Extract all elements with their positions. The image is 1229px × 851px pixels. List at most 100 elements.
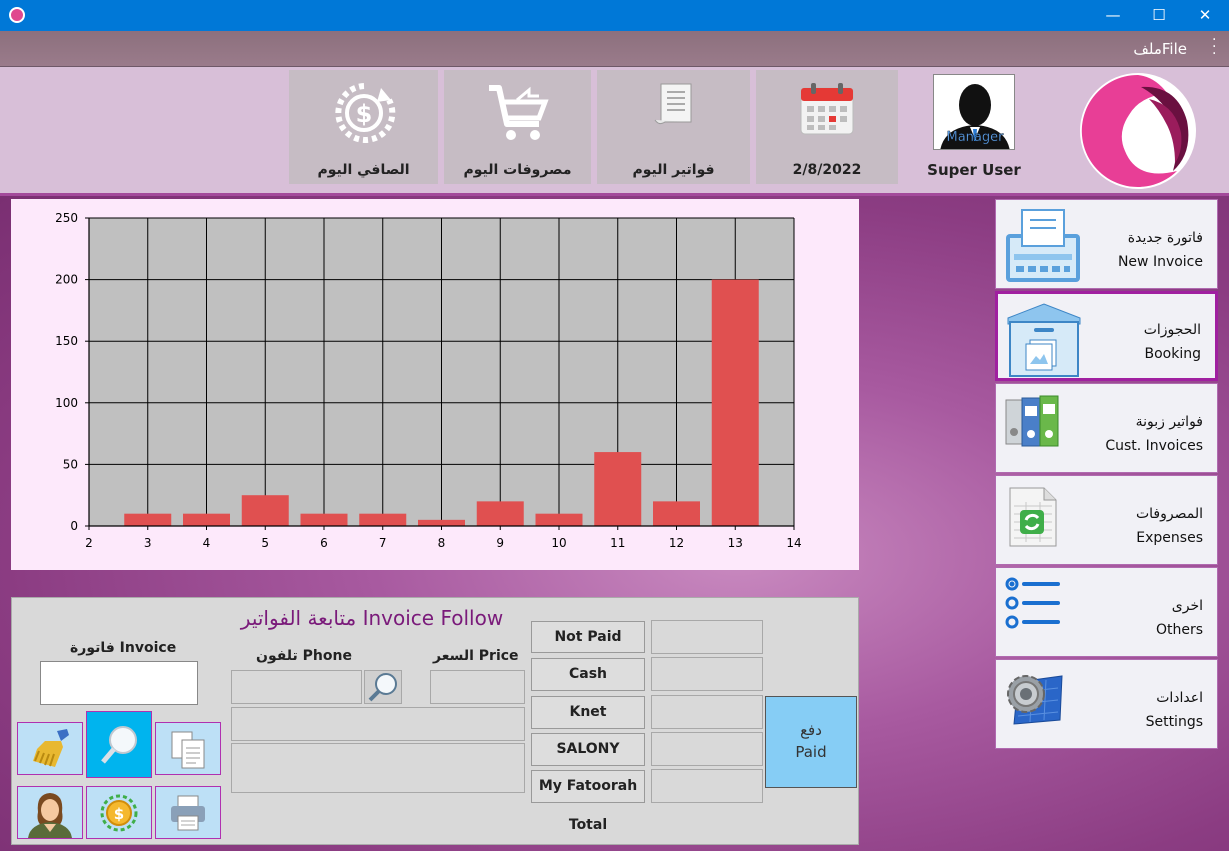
settings-gear-icon <box>1007 675 1063 725</box>
total-label: Total <box>568 817 608 833</box>
nav-new-invoice[interactable]: فاتورة جديدة New Invoice <box>995 199 1218 289</box>
not-paid-button[interactable]: Not Paid <box>531 621 645 653</box>
user-badge: Manager <box>947 130 1005 145</box>
my-fatoorah-amount[interactable] <box>651 769 763 803</box>
customer-button[interactable] <box>17 786 83 839</box>
invoice-follow-panel: متابعة الفواتير Invoice Follow فاتورة In… <box>11 597 859 845</box>
salon-logo-icon <box>1080 73 1196 189</box>
x-tick-label: 12 <box>669 536 684 550</box>
printer-icon <box>171 795 205 830</box>
price-input[interactable] <box>430 670 525 704</box>
bar-3 <box>124 513 172 526</box>
svg-text:$: $ <box>114 805 124 823</box>
close-button[interactable]: ✕ <box>1183 0 1227 31</box>
user-avatar[interactable]: Manager <box>933 74 1015 150</box>
tile-date[interactable]: 2/8/2022 <box>756 70 898 184</box>
y-tick-label: 100 <box>55 396 78 410</box>
bar-5 <box>241 495 289 526</box>
y-tick-label: 150 <box>55 334 78 348</box>
app-icon <box>9 7 25 23</box>
cash-button[interactable]: Cash <box>531 658 645 691</box>
knet-amount[interactable] <box>651 695 763 729</box>
invoice-input[interactable] <box>40 661 198 705</box>
cart-icon <box>488 85 549 140</box>
tile-expenses-today[interactable]: مصروفات اليوم <box>444 70 591 184</box>
phone-search-button[interactable] <box>364 670 402 704</box>
phone-input[interactable] <box>231 670 362 704</box>
nav-cust-invoices[interactable]: فواتير زبونة Cust. Invoices <box>995 383 1218 473</box>
x-tick-label: 6 <box>320 536 328 550</box>
bar-9 <box>476 501 524 526</box>
spreadsheet-icon <box>1009 487 1057 547</box>
x-tick-label: 2 <box>85 536 93 550</box>
nav-expenses-en: Expenses <box>1136 530 1203 546</box>
broom-icon <box>33 728 69 767</box>
customer-name-field[interactable] <box>231 707 525 741</box>
tile-net-today[interactable]: $ الصافي اليوم <box>289 70 438 184</box>
my-fatoorah-button[interactable]: My Fatoorah <box>531 770 645 803</box>
y-tick-label: 50 <box>63 457 78 471</box>
nav-booking[interactable]: الحجوزات Booking <box>995 291 1218 381</box>
woman-icon <box>28 792 72 838</box>
invoice-printer-icon <box>1006 209 1080 282</box>
paid-button[interactable]: دفع Paid <box>765 696 857 788</box>
nav-expenses-ar: المصروفات <box>1135 506 1203 522</box>
paid-button-en: Paid <box>795 743 827 761</box>
tile-date-label: 2/8/2022 <box>792 162 862 178</box>
menu-file[interactable]: ملفFile <box>1133 40 1187 58</box>
bar-13 <box>711 279 759 526</box>
x-tick-label: 4 <box>203 536 211 550</box>
search-invoice-button[interactable] <box>86 711 152 778</box>
list-radio-icon <box>1005 577 1060 629</box>
maximize-button[interactable]: ☐ <box>1137 0 1181 31</box>
nav-booking-en: Booking <box>1144 346 1202 362</box>
user-name: Super User <box>927 161 1021 179</box>
salony-button[interactable]: SALONY <box>531 733 645 766</box>
cash-amount[interactable] <box>651 657 763 691</box>
y-tick-label: 200 <box>55 273 78 287</box>
bar-11 <box>594 452 642 526</box>
x-tick-label: 9 <box>496 536 504 550</box>
workspace: 2 3 4 5 6 7 8 9 10 11 12 13 14 0 50 100 150 200 250 متابعة… <box>0 196 1229 851</box>
nav-others-en: Others <box>1155 622 1203 638</box>
nav-expenses[interactable]: المصروفات Expenses <box>995 475 1218 565</box>
print-button[interactable] <box>155 786 221 839</box>
documents-icon <box>171 731 205 768</box>
nav-cust-invoices-ar: فواتير زبونة <box>1135 414 1203 430</box>
refund-button[interactable]: $ <box>86 786 152 839</box>
salony-amount[interactable] <box>651 732 763 766</box>
notes-field[interactable] <box>231 743 525 793</box>
bar-7 <box>359 513 407 526</box>
not-paid-amount[interactable] <box>651 620 763 654</box>
x-tick-label: 3 <box>144 536 152 550</box>
x-tick-label: 11 <box>610 536 625 550</box>
clear-button[interactable] <box>17 722 83 775</box>
nav-cust-invoices-en: Cust. Invoices <box>1105 438 1203 454</box>
nav-settings[interactable]: اعدادات Settings <box>995 659 1218 749</box>
panel-title: متابعة الفواتير Invoice Follow <box>240 606 504 630</box>
knet-button[interactable]: Knet <box>531 696 645 729</box>
chart-panel: 2 3 4 5 6 7 8 9 10 11 12 13 14 0 50 100 150 200 250 <box>11 199 859 570</box>
nav-settings-ar: اعدادات <box>1156 690 1203 706</box>
tile-invoices-today[interactable]: فواتير اليوم <box>597 70 750 184</box>
nav-settings-en: Settings <box>1145 714 1203 730</box>
x-tick-label: 5 <box>261 536 269 550</box>
svg-text:$: $ <box>355 100 372 128</box>
nav-new-invoice-ar: فاتورة جديدة <box>1127 230 1203 246</box>
bar-chart: 2 3 4 5 6 7 8 9 10 11 12 13 14 0 50 100 150 200 250 <box>55 211 802 550</box>
x-tick-label: 8 <box>438 536 446 550</box>
tile-net-today-label: الصافي اليوم <box>317 162 410 178</box>
minimize-button[interactable]: — <box>1091 0 1135 31</box>
bar-6 <box>300 513 348 526</box>
copy-button[interactable] <box>155 722 221 775</box>
search-icon <box>368 673 397 702</box>
receipt-icon <box>654 83 691 125</box>
tile-expenses-today-label: مصروفات اليوم <box>463 162 572 178</box>
bar-8 <box>418 519 465 526</box>
tile-invoices-today-label: فواتير اليوم <box>632 162 715 178</box>
coin-refresh-icon: $ <box>100 794 138 831</box>
magnifier-icon <box>101 725 137 764</box>
x-tick-label: 7 <box>379 536 387 550</box>
nav-others[interactable]: اخرى Others <box>995 567 1218 657</box>
calendar-icon <box>800 83 854 135</box>
